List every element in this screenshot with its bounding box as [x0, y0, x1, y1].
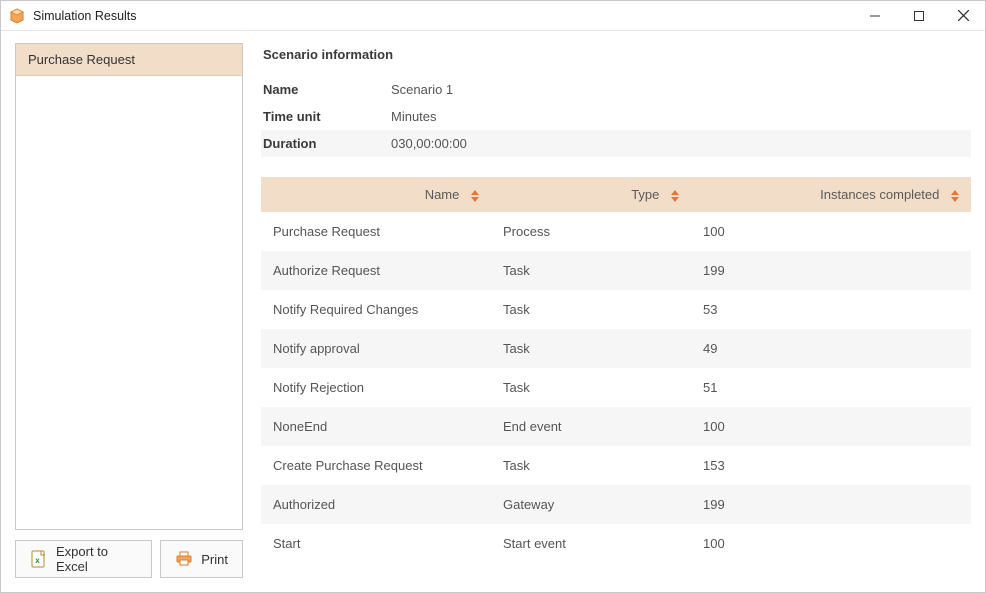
table-row: Notify approvalTask49 — [261, 329, 971, 368]
sort-icon — [471, 190, 479, 202]
sort-icon — [951, 190, 959, 202]
printer-icon — [175, 550, 193, 568]
table-row: Notify RejectionTask51 — [261, 368, 971, 407]
cell-instances: 100 — [691, 407, 971, 446]
cell-type: Task — [491, 446, 691, 485]
cell-instances: 100 — [691, 212, 971, 251]
export-label: Export to Excel — [56, 544, 137, 574]
cell-instances: 49 — [691, 329, 971, 368]
cell-name: Start — [261, 524, 491, 563]
content-area: Purchase Request x Export to Excel — [1, 31, 985, 592]
column-header-instances-label: Instances completed — [820, 187, 939, 202]
window-root: Simulation Results Purchase Request — [0, 0, 986, 593]
table-header-row: Name Type Instances completed — [261, 177, 971, 212]
cell-name: NoneEnd — [261, 407, 491, 446]
table-row: Notify Required ChangesTask53 — [261, 290, 971, 329]
cell-name: Notify Required Changes — [261, 290, 491, 329]
results-table: Name Type Instances completed — [261, 177, 971, 563]
table-body: Purchase RequestProcess100 Authorize Req… — [261, 212, 971, 563]
info-name-label: Name — [261, 76, 381, 103]
cell-instances: 199 — [691, 485, 971, 524]
cell-name: Create Purchase Request — [261, 446, 491, 485]
cell-instances: 100 — [691, 524, 971, 563]
info-time-value: Minutes — [381, 103, 971, 130]
table-row: StartStart event100 — [261, 524, 971, 563]
cell-instances: 51 — [691, 368, 971, 407]
cell-name: Notify Rejection — [261, 368, 491, 407]
column-header-name-label: Name — [425, 187, 460, 202]
window-title: Simulation Results — [33, 9, 137, 23]
cell-type: Task — [491, 329, 691, 368]
cell-name: Authorized — [261, 485, 491, 524]
table-row: Create Purchase RequestTask153 — [261, 446, 971, 485]
main-column: Scenario information Name Scenario 1 Tim… — [261, 43, 971, 578]
left-column: Purchase Request x Export to Excel — [15, 43, 243, 578]
section-title: Scenario information — [261, 43, 971, 68]
close-button[interactable] — [941, 1, 985, 31]
info-name-value: Scenario 1 — [381, 76, 971, 103]
table-row: NoneEndEnd event100 — [261, 407, 971, 446]
action-row: x Export to Excel Print — [15, 540, 243, 578]
sort-icon — [671, 190, 679, 202]
scenario-info: Name Scenario 1 Time unit Minutes Durati… — [261, 76, 971, 157]
table-row: Purchase RequestProcess100 — [261, 212, 971, 251]
table-row: AuthorizedGateway199 — [261, 485, 971, 524]
export-to-excel-button[interactable]: x Export to Excel — [15, 540, 152, 578]
cell-name: Purchase Request — [261, 212, 491, 251]
svg-text:x: x — [35, 556, 40, 565]
table-row: Authorize RequestTask199 — [261, 251, 971, 290]
column-header-name[interactable]: Name — [261, 177, 491, 212]
cell-type: Start event — [491, 524, 691, 563]
print-button[interactable]: Print — [160, 540, 243, 578]
cell-type: Task — [491, 290, 691, 329]
sidebar-item-purchase-request[interactable]: Purchase Request — [16, 44, 242, 76]
info-duration-value: 030,00:00:00 — [381, 130, 971, 157]
titlebar: Simulation Results — [1, 1, 985, 31]
info-time-label: Time unit — [261, 103, 381, 130]
cell-instances: 153 — [691, 446, 971, 485]
cell-type: Task — [491, 368, 691, 407]
cell-instances: 199 — [691, 251, 971, 290]
cell-type: End event — [491, 407, 691, 446]
cell-name: Authorize Request — [261, 251, 491, 290]
app-icon — [9, 8, 25, 24]
column-header-instances[interactable]: Instances completed — [691, 177, 971, 212]
cell-name: Notify approval — [261, 329, 491, 368]
cell-type: Process — [491, 212, 691, 251]
sidebar: Purchase Request — [15, 43, 243, 530]
column-header-type-label: Type — [631, 187, 659, 202]
print-label: Print — [201, 552, 228, 567]
info-duration-label: Duration — [261, 130, 381, 157]
cell-type: Task — [491, 251, 691, 290]
cell-instances: 53 — [691, 290, 971, 329]
cell-type: Gateway — [491, 485, 691, 524]
column-header-type[interactable]: Type — [491, 177, 691, 212]
excel-icon: x — [30, 550, 48, 568]
maximize-button[interactable] — [897, 1, 941, 31]
minimize-button[interactable] — [853, 1, 897, 31]
